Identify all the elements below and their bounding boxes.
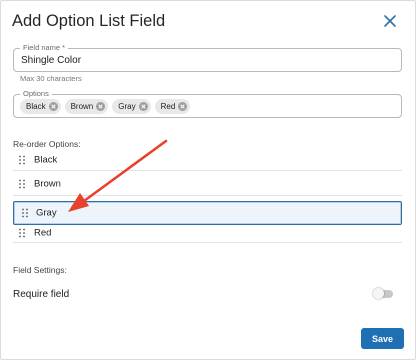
chip-remove-icon[interactable]	[138, 102, 148, 111]
reorder-item-gray[interactable]: Gray	[13, 201, 402, 225]
reorder-item-brown[interactable]: Brown	[13, 172, 402, 196]
reorder-item-label: Red	[34, 227, 52, 238]
require-field-toggle[interactable]	[373, 288, 393, 299]
field-name-value: Shingle Color	[21, 55, 82, 66]
field-settings-label: Field Settings:	[13, 265, 67, 275]
dialog-title: Add Option List Field	[12, 12, 166, 30]
add-option-list-dialog: Add Option List Field Field name * Shing…	[0, 0, 416, 360]
chip-remove-icon[interactable]	[48, 102, 58, 111]
options-legend: Options	[20, 89, 52, 99]
options-input[interactable]: Options Black Brown Gray Red	[13, 89, 402, 118]
option-chip[interactable]: Black	[20, 99, 61, 114]
reorder-item-label: Brown	[34, 178, 61, 189]
reorder-item-label: Gray	[36, 207, 57, 219]
reorder-item-label: Black	[34, 154, 58, 165]
chip-remove-icon[interactable]	[178, 102, 188, 111]
close-icon[interactable]	[382, 13, 398, 29]
toggle-knob	[373, 288, 384, 299]
field-name-legend: Field name *	[20, 43, 69, 53]
chip-remove-icon[interactable]	[96, 102, 106, 111]
option-chip[interactable]: Gray	[112, 99, 151, 114]
field-name-helper: Max 30 characters	[20, 74, 82, 83]
reorder-item-red[interactable]: Red	[13, 223, 402, 243]
drag-handle-icon[interactable]	[22, 208, 28, 218]
drag-handle-icon[interactable]	[19, 179, 25, 188]
drag-handle-icon[interactable]	[19, 228, 25, 237]
drag-handle-icon[interactable]	[19, 155, 25, 164]
option-chip[interactable]: Red	[154, 99, 191, 114]
options-chip-list: Black Brown Gray Red	[20, 99, 191, 114]
reorder-label: Re-order Options:	[13, 139, 81, 149]
require-field-label: Require field	[13, 289, 70, 300]
option-chip[interactable]: Brown	[64, 99, 109, 114]
save-button[interactable]: Save	[361, 328, 404, 349]
field-name-input[interactable]: Field name * Shingle Color	[13, 43, 402, 72]
reorder-item-black[interactable]: Black	[13, 149, 402, 171]
